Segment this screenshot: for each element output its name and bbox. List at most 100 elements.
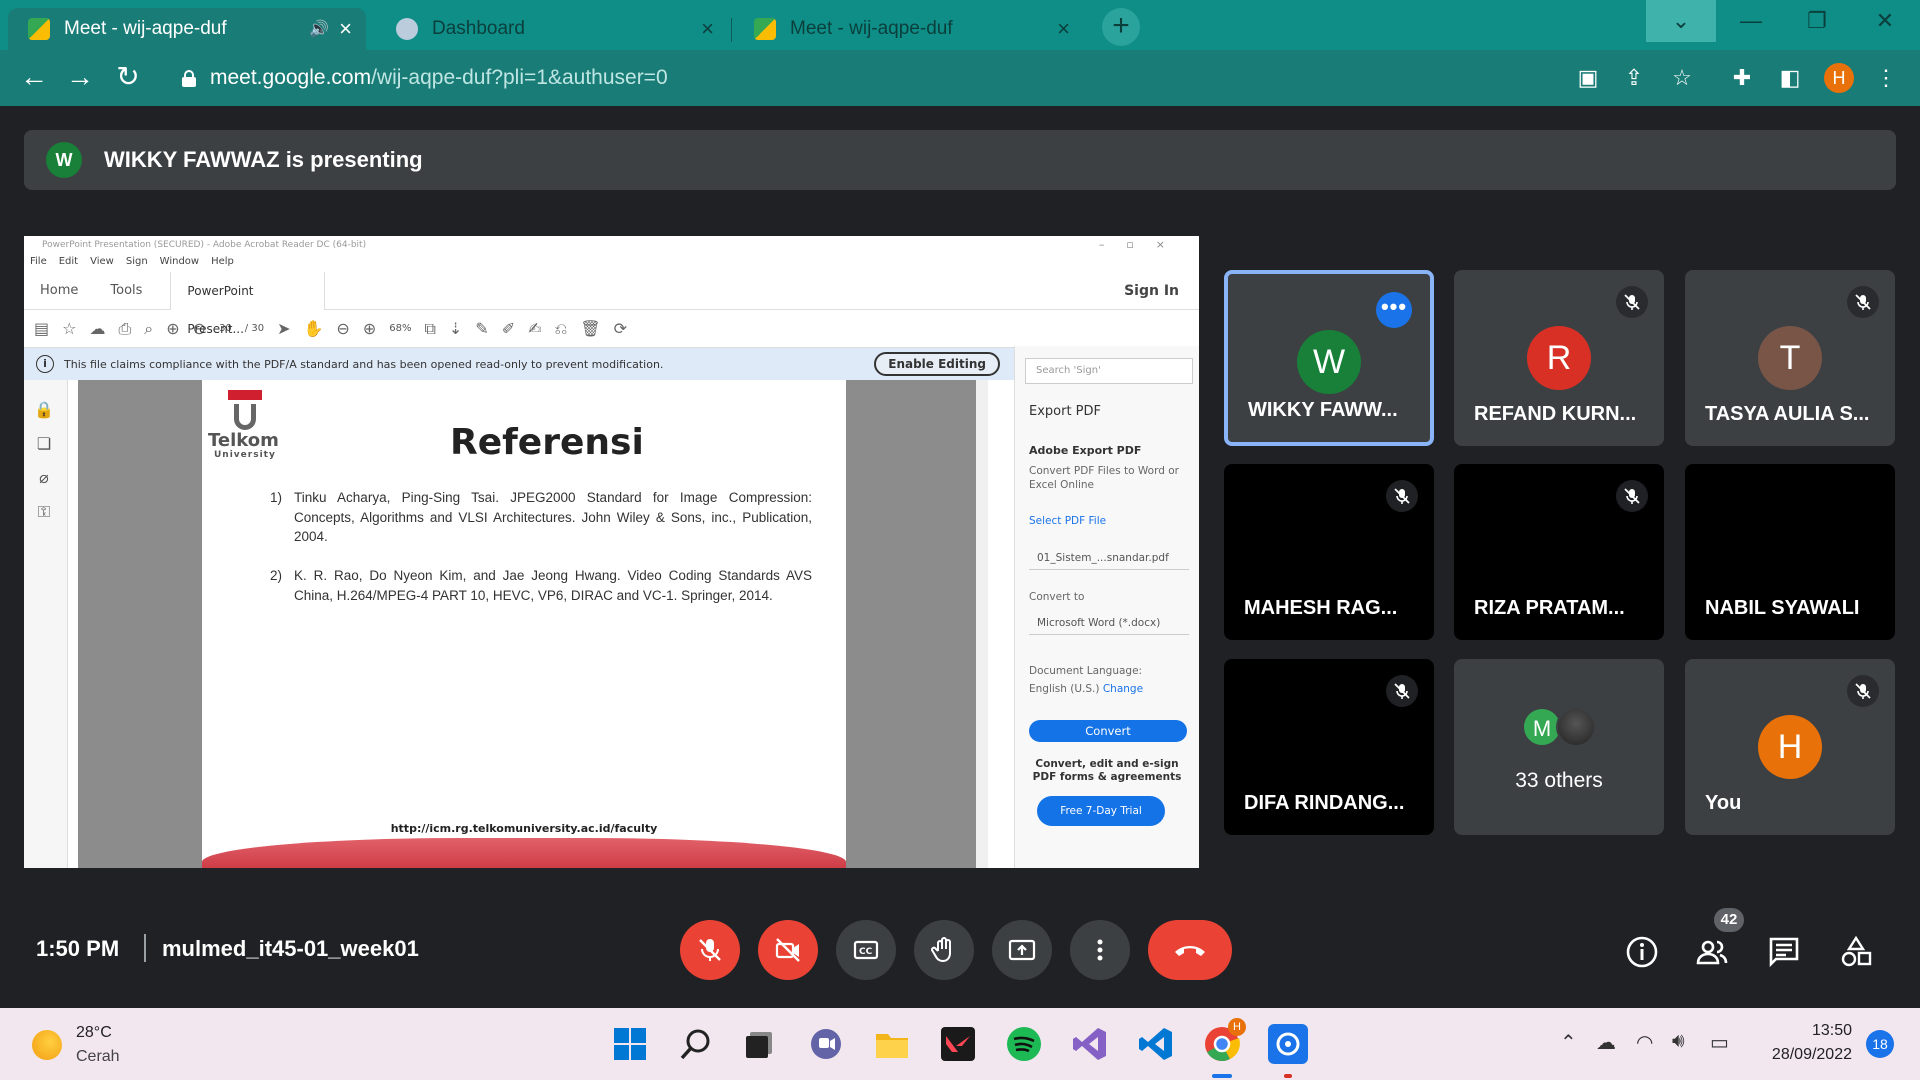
page-total: / 30	[244, 323, 265, 334]
present-screen-button[interactable]	[992, 920, 1052, 980]
bookmark-star-icon[interactable]: ☆	[1668, 64, 1696, 92]
tab-meet-2[interactable]: Meet - wij-aqpe-duf ×	[734, 8, 1084, 50]
search-icon[interactable]	[676, 1024, 716, 1064]
participant-tile-riza[interactable]: RIZA PRATAM...	[1454, 464, 1664, 640]
valorant-icon[interactable]	[938, 1024, 978, 1064]
delete-icon: 🗑	[580, 319, 601, 338]
activities-button[interactable]	[1838, 934, 1874, 970]
upload-icon: ☁	[89, 319, 106, 338]
acrobat-tab-document: PowerPoint Present...	[170, 271, 326, 336]
side-panel-icon[interactable]: ◧	[1776, 64, 1804, 92]
meet-pwa-icon[interactable]	[1268, 1024, 1308, 1064]
battery-icon[interactable]: ▭	[1710, 1030, 1729, 1055]
participant-tile-you[interactable]: H You	[1685, 659, 1895, 835]
leave-call-button[interactable]	[1148, 920, 1232, 980]
hand-icon: ✋	[303, 319, 324, 338]
others-count: 33 others	[1515, 769, 1603, 792]
scroll-mode-icon: ⇣	[448, 319, 463, 338]
presenting-text: WIKKY FAWWAZ is presenting	[104, 147, 423, 172]
spotify-icon[interactable]	[1004, 1024, 1044, 1064]
people-button[interactable]	[1694, 934, 1730, 970]
camera-blocked-icon[interactable]: ▣	[1574, 64, 1602, 92]
rotate-icon: ⟳	[613, 319, 628, 338]
logo-text: Telkom	[208, 430, 279, 451]
weather-sun-icon[interactable]	[32, 1030, 62, 1060]
participant-name: NABIL SYAWALI	[1705, 597, 1860, 619]
chat-button[interactable]	[1766, 934, 1802, 970]
acrobat-menubar: File Edit View Sign Window Help	[24, 256, 1199, 272]
lock-icon[interactable]	[182, 70, 196, 87]
extensions-puzzle-icon[interactable]: ✚	[1728, 64, 1756, 92]
participant-tile-mahesh[interactable]: MAHESH RAG...	[1224, 464, 1434, 640]
captions-button[interactable]: CC	[836, 920, 896, 980]
participant-tile-nabil[interactable]: NABIL SYAWALI	[1685, 464, 1895, 640]
tray-chevron-icon[interactable]: ⌃	[1560, 1030, 1577, 1055]
volume-icon[interactable]: 🔊︎	[1672, 1030, 1685, 1053]
menu-kebab-icon[interactable]: ⋮	[1872, 64, 1900, 92]
back-arrow-icon[interactable]: ←	[16, 60, 52, 96]
more-vert-icon	[1097, 939, 1103, 961]
mic-off-icon	[1616, 286, 1648, 318]
document-scrollbar	[976, 380, 988, 868]
minimize-button[interactable]: —	[1716, 0, 1786, 42]
captions-icon: CC	[853, 940, 879, 960]
close-tab-icon[interactable]: ×	[339, 16, 352, 42]
google-meet-icon	[28, 18, 50, 40]
task-view-icon[interactable]	[740, 1024, 780, 1064]
reference-number: 1)	[270, 490, 283, 505]
participant-name: MAHESH RAG...	[1244, 597, 1398, 619]
vscode-icon[interactable]	[1136, 1024, 1176, 1064]
share-icon[interactable]: ⇪	[1620, 64, 1648, 92]
weather-description[interactable]: Cerah	[76, 1048, 120, 1066]
tab-meet-active[interactable]: Meet - wij-aqpe-duf 🔊 ×	[8, 8, 366, 50]
tab-search-chevron-icon[interactable]: ⌄	[1646, 0, 1716, 42]
more-options-icon[interactable]: •••	[1376, 292, 1412, 328]
profile-avatar[interactable]: H	[1824, 63, 1854, 93]
visual-studio-icon[interactable]	[1070, 1024, 1110, 1064]
save-icon: ▤	[34, 319, 50, 338]
system-time[interactable]: 13:50	[1780, 1022, 1852, 1040]
others-tile[interactable]: M 33 others	[1454, 659, 1664, 835]
system-date[interactable]: 28/09/2022	[1752, 1046, 1852, 1064]
weather-temperature[interactable]: 28°C	[76, 1024, 112, 1042]
meeting-code: mulmed_it45-01_week01	[162, 936, 419, 961]
participant-name: REFAND KURN...	[1474, 403, 1637, 425]
file-explorer-icon[interactable]	[872, 1024, 912, 1064]
participant-tile-wikky[interactable]: ••• W WIKKY FAWW...	[1224, 270, 1434, 446]
mic-toggle-button[interactable]	[680, 920, 740, 980]
url-text[interactable]: meet.google.com/wij-aqpe-duf?pli=1&authu…	[210, 66, 668, 90]
close-tab-icon[interactable]: ×	[1057, 16, 1070, 42]
restore-button[interactable]: ❐	[1782, 0, 1852, 42]
speaker-icon[interactable]: 🔊	[309, 19, 329, 39]
participant-tile-refand[interactable]: R REFAND KURN...	[1454, 270, 1664, 446]
close-window-button[interactable]: ✕	[1850, 0, 1920, 42]
new-tab-button[interactable]: +	[1102, 8, 1140, 46]
address-bar[interactable]: meet.google.com/wij-aqpe-duf?pli=1&authu…	[160, 58, 1580, 98]
footer-band	[202, 838, 846, 868]
meeting-clock: 1:50 PM	[36, 936, 120, 961]
reload-icon[interactable]: ↻	[110, 60, 146, 96]
participant-tile-tasya[interactable]: T TASYA AULIA S...	[1685, 270, 1895, 446]
camera-toggle-button[interactable]	[758, 920, 818, 980]
meeting-details-button[interactable]	[1624, 934, 1660, 970]
close-tab-icon[interactable]: ×	[701, 16, 714, 42]
windows-start-icon[interactable]	[610, 1024, 650, 1064]
chrome-icon[interactable]: H	[1202, 1018, 1246, 1064]
camera-off-icon	[775, 938, 800, 962]
raise-hand-button[interactable]	[914, 920, 974, 980]
selected-file: 01_Sistem_...snandar.pdf	[1029, 546, 1189, 570]
tab-dashboard[interactable]: Dashboard ×	[376, 8, 728, 50]
reference-item: 2) K. R. Rao, Do Nyeon Kim, and Jae Jeon…	[270, 566, 812, 605]
hand-icon	[931, 937, 951, 963]
chrome-profile-badge: H	[1228, 1018, 1246, 1036]
edge-e-icon	[396, 18, 418, 40]
notification-badge[interactable]: 18	[1866, 1030, 1894, 1058]
forward-arrow-icon[interactable]: →	[62, 60, 98, 96]
enable-editing-button: Enable Editing	[874, 352, 1000, 376]
wifi-icon[interactable]: ◠	[1636, 1030, 1653, 1055]
onedrive-cloud-icon[interactable]: ☁	[1596, 1030, 1616, 1055]
teams-chat-icon[interactable]	[806, 1024, 846, 1064]
pdfa-info-bar: i This file claims compliance with the P…	[24, 348, 1014, 380]
more-options-button[interactable]	[1070, 920, 1130, 980]
participant-tile-difa[interactable]: DIFA RINDANG...	[1224, 659, 1434, 835]
